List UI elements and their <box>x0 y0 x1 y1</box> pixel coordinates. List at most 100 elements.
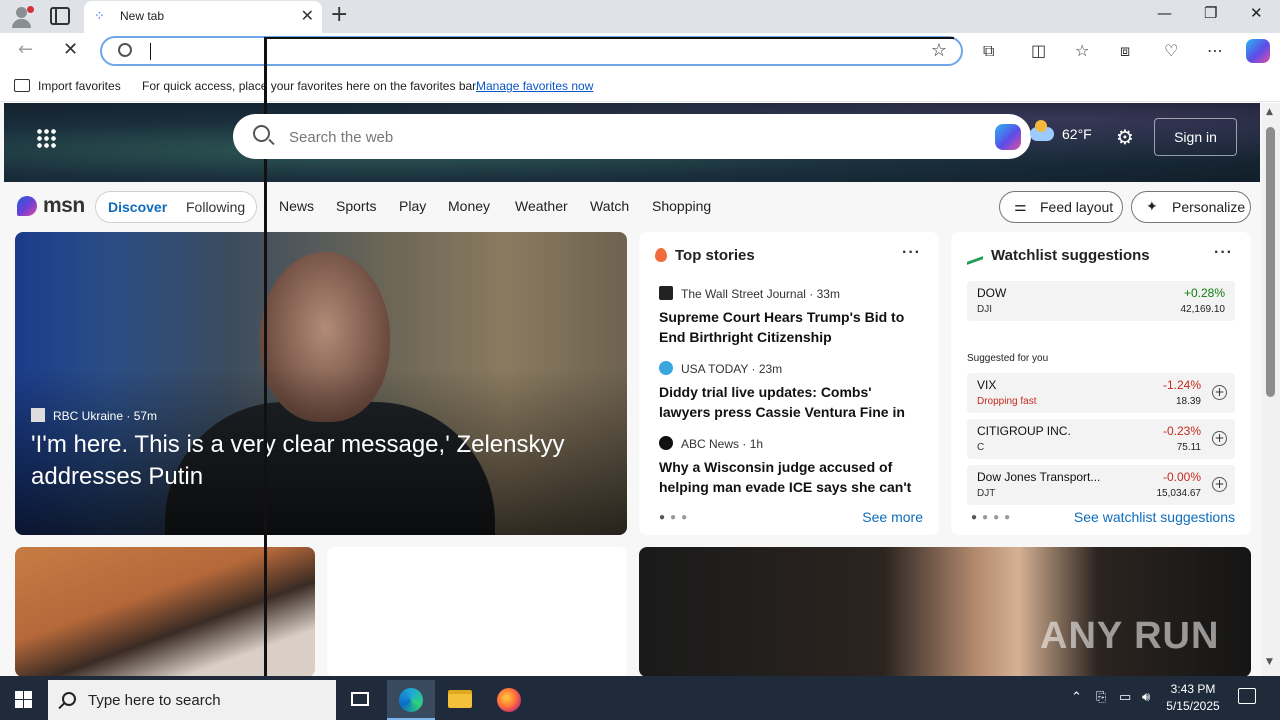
copilot-search-icon[interactable] <box>995 124 1021 150</box>
render-artifact-line <box>264 37 954 39</box>
carousel-dots[interactable]: ●●● <box>659 512 692 523</box>
edge-icon <box>399 688 423 712</box>
extensions-icon[interactable]: ⧉ <box>983 41 994 61</box>
partly-cloudy-icon <box>1030 120 1054 141</box>
stock-row-dow[interactable]: DOW DJI +0.28% 42,169.10 <box>967 281 1235 321</box>
taskbar-search-input[interactable] <box>88 690 328 710</box>
more-options-icon[interactable]: ··· <box>1214 244 1233 262</box>
edge-taskbar-button[interactable] <box>387 680 435 720</box>
volume-icon[interactable]: 🔊︎ <box>1142 690 1150 705</box>
hero-source: RBC Ukraine · 57m <box>31 408 157 423</box>
stop-icon[interactable]: ✕ <box>63 39 78 60</box>
collections-icon[interactable]: ⧈ <box>1120 41 1130 61</box>
stock-trend-icon <box>967 249 983 265</box>
nav-news[interactable]: News <box>279 198 314 214</box>
stock-row-djt[interactable]: Dow Jones Transport... DJT -0.00% 15,034… <box>967 465 1235 505</box>
nav-weather[interactable]: Weather <box>515 198 568 214</box>
network-icon[interactable]: ▭ <box>1119 690 1131 705</box>
browser-essentials-icon[interactable]: ♡ <box>1164 41 1178 60</box>
folder-icon <box>448 690 472 708</box>
see-watchlist-link[interactable]: See watchlist suggestions <box>1074 509 1235 525</box>
close-window-icon[interactable]: ✕ <box>1250 4 1263 22</box>
search-icon <box>253 125 270 142</box>
split-screen-icon[interactable]: ◫ <box>1031 41 1046 60</box>
chevron-up-icon[interactable]: ⌃ <box>1071 690 1082 705</box>
news-card-placeholder[interactable] <box>327 547 627 676</box>
import-icon <box>14 79 30 92</box>
watchlist-card: Watchlist suggestions ··· DOW DJI +0.28%… <box>951 232 1251 535</box>
scroll-thumb[interactable] <box>1266 127 1275 397</box>
scroll-down-icon[interactable]: ▼ <box>1266 657 1273 667</box>
feed-layout-button[interactable]: ⚌ Feed layout <box>999 191 1123 223</box>
favorite-star-icon[interactable]: ☆ <box>931 40 947 61</box>
story-item[interactable]: USA TODAY · 23m Diddy trial live updates… <box>659 361 925 422</box>
back-icon[interactable]: ← <box>18 39 33 60</box>
new-tab-button[interactable]: + <box>330 2 348 27</box>
nav-watch[interactable]: Watch <box>590 198 629 214</box>
add-to-watchlist-icon[interactable]: + <box>1212 385 1227 400</box>
scroll-up-icon[interactable]: ▲ <box>1266 107 1273 117</box>
nav-play[interactable]: Play <box>399 198 426 214</box>
carousel-dots[interactable]: ●●●● <box>971 512 1015 523</box>
close-tab-icon[interactable]: ✕ <box>301 6 314 25</box>
news-card-image[interactable] <box>15 547 315 676</box>
stock-row-vix[interactable]: VIX Dropping fast -1.24% 18.39 + <box>967 373 1235 413</box>
nav-money[interactable]: Money <box>448 198 490 214</box>
search-icon <box>118 43 132 57</box>
copilot-icon[interactable] <box>1246 39 1270 63</box>
story-item[interactable]: ABC News · 1h Why a Wisconsin judge accu… <box>659 436 925 497</box>
task-view-button[interactable] <box>336 680 384 720</box>
file-explorer-button[interactable] <box>436 680 484 720</box>
hero-news-card[interactable]: RBC Ukraine · 57m 'I'm here. This is a v… <box>15 232 627 535</box>
favorites-icon[interactable]: ☆ <box>1075 41 1089 60</box>
weather-widget[interactable]: 62°F <box>1030 120 1092 142</box>
personalize-button[interactable]: ✦ Personalize <box>1131 191 1251 223</box>
top-stories-card: Top stories ··· The Wall Street Journal … <box>639 232 939 535</box>
tab-actions-icon[interactable] <box>50 7 70 25</box>
settings-gear-icon[interactable]: ⚙ <box>1116 125 1134 149</box>
story-headline[interactable]: Why a Wisconsin judge accused of helping… <box>659 457 925 497</box>
minimize-icon[interactable]: — <box>1157 4 1172 22</box>
weather-temp: 62°F <box>1062 126 1092 142</box>
manage-favorites-link[interactable]: Manage favorites now <box>476 79 593 93</box>
see-more-link[interactable]: See more <box>862 509 923 525</box>
address-bar[interactable]: ☆ <box>100 36 963 66</box>
taskbar-search[interactable] <box>48 680 336 720</box>
story-item[interactable]: The Wall Street Journal · 33m Supreme Co… <box>659 286 925 347</box>
tab-new-tab[interactable]: ⁘ New tab ✕ <box>84 1 322 33</box>
anyrun-watermark: ANY RUN <box>1040 615 1220 657</box>
notification-icon[interactable] <box>1238 688 1256 704</box>
add-to-watchlist-icon[interactable]: + <box>1212 431 1227 446</box>
favorites-hint: For quick access, place your favorites h… <box>142 79 479 93</box>
tab-title: New tab <box>120 9 165 23</box>
nav-sports[interactable]: Sports <box>336 198 376 214</box>
story-headline[interactable]: Diddy trial live updates: Combs' lawyers… <box>659 382 925 422</box>
tab-following[interactable]: Following <box>186 199 245 215</box>
taskbar: ⌃ ⎘ ▭ 🔊︎ 3:43 PM 5/15/2025 <box>0 676 1280 720</box>
firefox-button[interactable] <box>485 680 533 720</box>
profile-icon[interactable] <box>8 4 36 30</box>
page-scrollbar[interactable]: ▲ ▼ <box>1262 103 1280 676</box>
sparkle-icon: ✦ <box>1146 199 1158 215</box>
nav-shopping[interactable]: Shopping <box>652 198 711 214</box>
apps-launcher-icon[interactable] <box>36 128 56 148</box>
web-search-input[interactable] <box>289 126 909 148</box>
usb-icon[interactable]: ⎘ <box>1096 690 1106 705</box>
restore-icon[interactable]: ❐ <box>1204 4 1217 22</box>
stock-row-citigroup[interactable]: CITIGROUP INC. C -0.23% 75.11 + <box>967 419 1235 459</box>
add-to-watchlist-icon[interactable]: + <box>1212 477 1227 492</box>
system-clock[interactable]: 3:43 PM 5/15/2025 <box>1160 681 1226 715</box>
msn-page: 62°F ⚙ Sign in msn Discover Following Ne… <box>0 103 1262 676</box>
windows-start-icon[interactable] <box>15 691 32 708</box>
wsj-logo-icon <box>659 286 673 300</box>
text-caret <box>150 43 151 60</box>
hero-headline[interactable]: 'I'm here. This is a very clear message,… <box>31 429 611 493</box>
story-headline[interactable]: Supreme Court Hears Trump's Bid to End B… <box>659 307 925 347</box>
import-favorites-button[interactable]: Import favorites <box>38 79 121 93</box>
sign-in-button[interactable]: Sign in <box>1154 118 1237 156</box>
tab-discover[interactable]: Discover <box>108 199 167 215</box>
source-logo-icon <box>31 408 45 422</box>
more-options-icon[interactable]: ··· <box>902 244 921 262</box>
task-view-icon <box>351 692 369 706</box>
more-menu-icon[interactable]: ⋯ <box>1207 41 1223 60</box>
